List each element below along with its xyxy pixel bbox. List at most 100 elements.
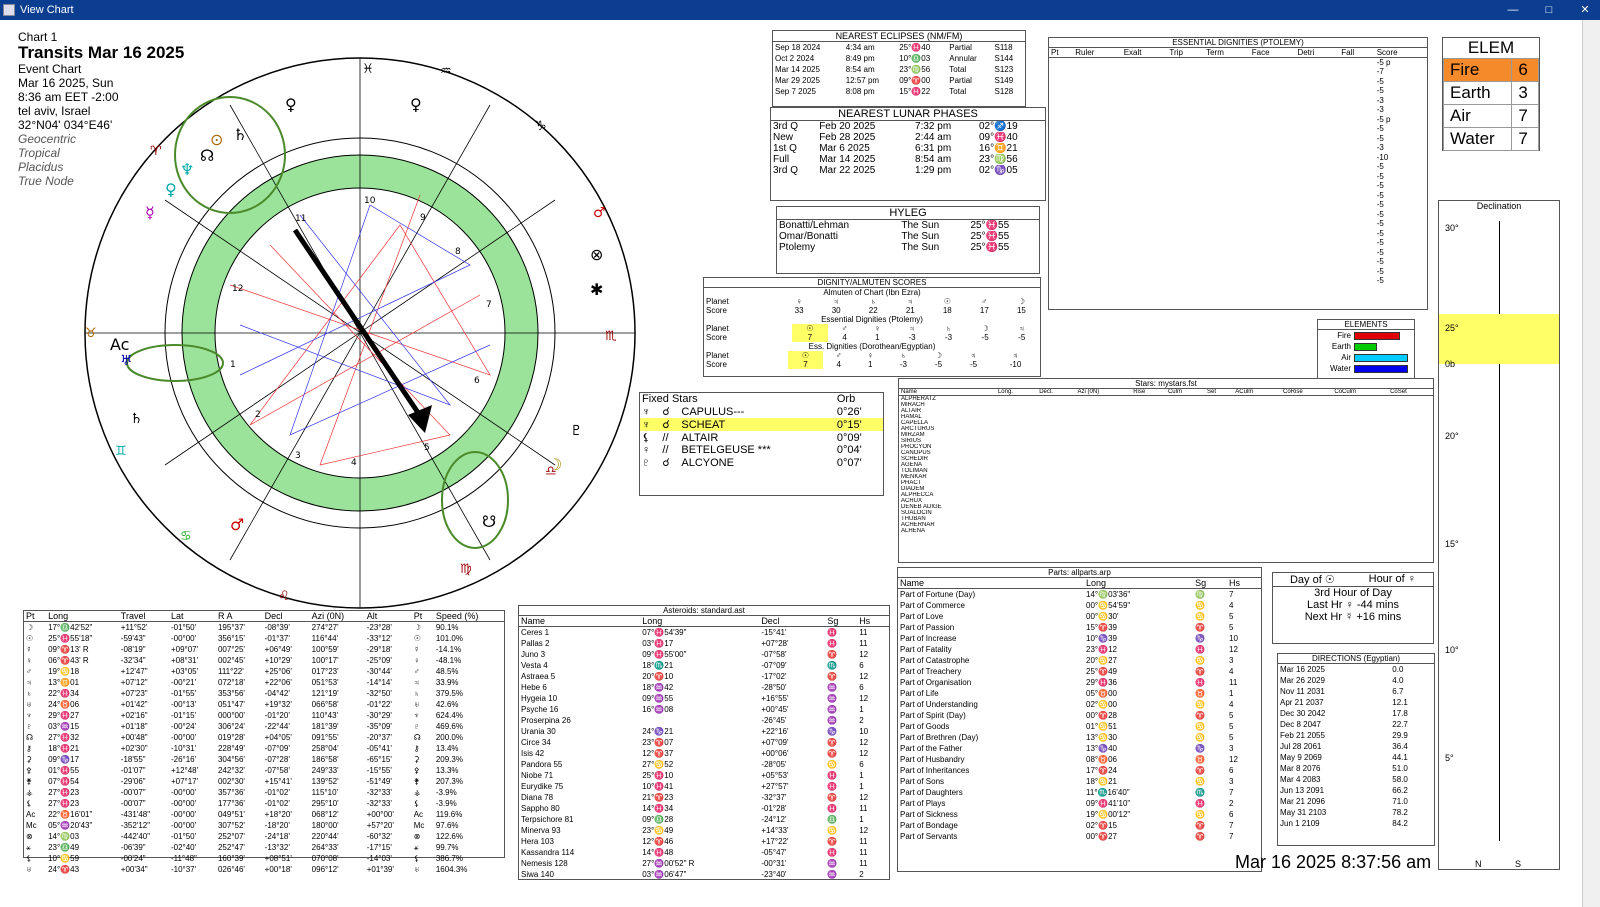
maximize-button[interactable]: □ (1538, 3, 1560, 17)
essential-row: -3 (1049, 105, 1427, 115)
lunar-cell: 02°♑05 (978, 165, 1018, 176)
position-cell: -15°55' (366, 766, 392, 775)
direction-row: Jul 28 2061 36.4 (1278, 741, 1434, 752)
asteroid-cell: ♓ (827, 804, 838, 813)
part-row: Part of Understanding 02°♋00 ♋ 4 (898, 699, 1261, 710)
position-cell: +07'12" (120, 678, 148, 687)
essential-header: Trip (1169, 48, 1183, 57)
position-cell: ⚳ (26, 755, 32, 764)
part-cell: 7 (1229, 821, 1234, 830)
lunar-cell: 09°♓40 (978, 132, 1018, 143)
essential-table: Pt Ruler Exalt Trip Term Face Detri Fall Score -5… (1049, 48, 1427, 286)
elem-row: Water 7 (1442, 127, 1539, 151)
position-cell: Mc (26, 821, 37, 830)
asteroid-cell: +17°22' (761, 837, 789, 846)
essential-cell (1049, 219, 1073, 229)
asteroids-header: Name (521, 616, 546, 626)
asteroid-cell: -17°02' (761, 672, 787, 681)
essential-cell (1073, 267, 1121, 277)
position-cell: ♆ (26, 711, 32, 720)
position-cell: ☊ (413, 733, 421, 742)
position-cell: -00'07" (120, 788, 146, 797)
essential-cell (1295, 96, 1339, 106)
part-cell: Part of Brethren (Day) (900, 733, 979, 742)
position-cell: -07°09' (264, 744, 290, 753)
essential-cell (1295, 115, 1339, 125)
part-cell: ♋ (1195, 810, 1206, 819)
asteroid-cell: ♓ (827, 639, 838, 648)
dignity-planet: ☽ (981, 324, 989, 333)
stars-header: CoCulm (1334, 389, 1357, 395)
position-cell: ☽ (26, 623, 34, 632)
stars-panel[interactable]: Stars: mystars.fst Name Long. Decl. Azi (0N… (898, 378, 1434, 563)
asteroids-panel[interactable]: Asteroids: standard.ast Name Long Decl Sg Hs… (518, 605, 890, 880)
element-bar-row: Water (1318, 363, 1414, 374)
essential-score: -5 (1376, 219, 1384, 229)
essential-score: -10 (1376, 152, 1389, 162)
eclipses-panel: NEAREST ECLIPSES (NM/FM) Sep 18 2024 4:34… (772, 30, 1026, 107)
part-row: Part of Husbandry 08°♉06 ♉ 12 (898, 754, 1261, 765)
asteroid-cell: 1 (859, 815, 864, 824)
chart-wheel[interactable]: ♓ ♒♑ ♏♎ ♍♌ ♋♊ ♉♈ ⊗Ac ♀ ♀ ⊙ ♄ ☊♆ ♀☿ ♂☽ ☋✱ ♅♄… (70, 45, 650, 615)
fixed-star-row: ♆ ☌ CAPULUS--- 0°26' (640, 405, 883, 419)
asteroid-cell: Circe 34 (521, 738, 551, 747)
position-cell: 051°47' (217, 700, 245, 709)
part-cell: ♋ (1195, 656, 1206, 665)
stars-header: ACulm (1235, 389, 1254, 395)
eclipse-row: Sep 7 2025 8:08 pm 15°♓22 Total S128 (773, 86, 1025, 97)
positions-header: Long (48, 611, 69, 621)
fixed-star-cell: 0°15' (836, 418, 862, 431)
element-bar (1354, 353, 1408, 362)
direction-cell: Mar 4 2083 (1280, 775, 1321, 784)
directions-table: Mar 16 2025 0.0 Mar 26 2029 4.0 Nov 11 2031 6… (1278, 664, 1434, 829)
position-cell: -18°20' (264, 821, 290, 830)
position-cell: +25°06' (264, 667, 292, 676)
position-cell: Ac (26, 810, 36, 819)
fixed-star-cell: ☌ (662, 419, 670, 431)
parts-panel[interactable]: Parts: allparts.arp Name Long Sg Hs Part of … (897, 567, 1262, 872)
scrollbar[interactable] (1582, 20, 1600, 907)
minimize-button[interactable]: — (1502, 3, 1524, 17)
position-cell: 386.7% (435, 854, 463, 863)
asteroid-cell: ♋ (827, 760, 838, 769)
dignity-sub2: Essential Dignities (Ptolemy) (821, 315, 923, 324)
part-cell: 02°♋00 (1086, 700, 1117, 709)
position-cell: 049°51' (217, 810, 245, 819)
part-cell: 20°♋27 (1086, 656, 1117, 665)
dignity-planet: ♄ (870, 297, 877, 306)
position-cell: 353°56' (217, 689, 245, 698)
dignity-planet: ♃ (909, 324, 916, 333)
position-cell: 18°♓21 (48, 744, 80, 753)
essential-cell (1049, 105, 1073, 115)
dignity-table-3: Planet ☉ ♂ ♀ ♄ ☽ ♃ ♃ Score 7 4 1 -3 -5 -5 -10 (704, 351, 1040, 369)
direction-cell: 36.4 (1392, 742, 1408, 751)
essential-cell (1122, 200, 1168, 210)
essential-cell (1073, 162, 1121, 172)
dignity-score: 4 (842, 333, 847, 342)
position-cell: -00'24" (120, 854, 146, 863)
asteroid-row: Minerva 93 23°♋49 +14°33' ♋ 12 (519, 825, 889, 836)
essential-cell (1295, 162, 1339, 172)
part-cell: Part of Sons (900, 777, 945, 786)
position-row: ♅ 24°♈43 +00'34" -10°37' 026°46' +00°18' 096°1… (24, 864, 504, 875)
dignity-planet: ♃ (833, 297, 840, 306)
fixed-stars-table: Fixed Stars Orb ♆ ☌ CAPULUS--- 0°26' ♆ ☌ SCHEAT 0… (640, 393, 883, 469)
positions-panel[interactable]: Pt Long Travel Lat R A Decl Azi (0N) Alt Pt Speed… (23, 610, 505, 874)
position-cell: 01°♓55 (48, 766, 80, 775)
svg-text:♂: ♂ (593, 205, 606, 221)
hyleg-panel: HYLEG Bonatti/Lehman The Sun 25°♓55 Omar/Bo… (776, 206, 1040, 274)
asteroid-cell: ♑ (827, 727, 838, 736)
essential-cell (1204, 219, 1250, 229)
part-row: Part of Treachery 25°♈49 ♈ 4 (898, 666, 1261, 677)
essential-cell (1073, 143, 1121, 153)
part-cell: 25°♈49 (1086, 667, 1117, 676)
close-button[interactable]: ✕ (1574, 3, 1596, 17)
part-row: Part of Plays 09°♓41'10" ♓ 2 (898, 798, 1261, 809)
position-cell: 110°43' (311, 711, 339, 720)
position-cell: ♅ (413, 700, 420, 709)
part-cell: 17°♈24 (1086, 766, 1117, 775)
asteroid-cell: Astraea 5 (521, 672, 556, 681)
positions-header: Pt (413, 611, 423, 621)
hyleg-row: Ptolemy The Sun 25°♓55 (777, 242, 1039, 253)
declination-tick: 20° (1445, 431, 1459, 441)
